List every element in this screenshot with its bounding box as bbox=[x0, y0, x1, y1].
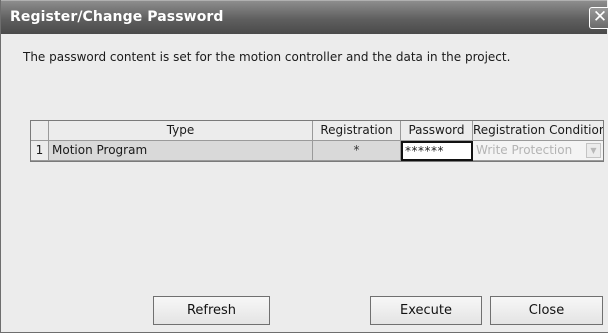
close-icon: ✕ bbox=[592, 7, 608, 27]
password-input[interactable]: ****** bbox=[401, 141, 473, 161]
header-registration: Registration bbox=[313, 121, 401, 141]
dialog-title: Register/Change Password bbox=[10, 9, 224, 25]
registration-condition-value: Write Protection bbox=[476, 143, 573, 157]
chevron-down-icon[interactable]: ▼ bbox=[586, 143, 601, 158]
register-change-password-dialog: Register/Change Password ✕ The password … bbox=[0, 0, 608, 333]
header-index bbox=[31, 121, 49, 141]
execute-button[interactable]: Execute bbox=[370, 296, 482, 325]
table-row: 1 Motion Program * ****** Write Protecti… bbox=[31, 141, 603, 161]
header-type: Type bbox=[49, 121, 313, 141]
title-bar: Register/Change Password ✕ bbox=[1, 0, 608, 34]
row-index: 1 bbox=[31, 141, 49, 161]
table-header-row: Type Registration Password Registration … bbox=[31, 121, 603, 141]
close-window-icon[interactable]: ✕ bbox=[589, 7, 608, 29]
row-type: Motion Program bbox=[49, 141, 313, 161]
refresh-button[interactable]: Refresh bbox=[153, 296, 270, 325]
password-table: Type Registration Password Registration … bbox=[30, 120, 604, 162]
row-registration: * bbox=[313, 141, 401, 161]
description-text: The password content is set for the moti… bbox=[23, 50, 511, 64]
close-button[interactable]: Close bbox=[490, 296, 603, 325]
registration-condition-select[interactable]: Write Protection ▼ bbox=[473, 141, 603, 161]
header-registration-condition: Registration Condition bbox=[473, 121, 603, 141]
header-password: Password bbox=[401, 121, 473, 141]
